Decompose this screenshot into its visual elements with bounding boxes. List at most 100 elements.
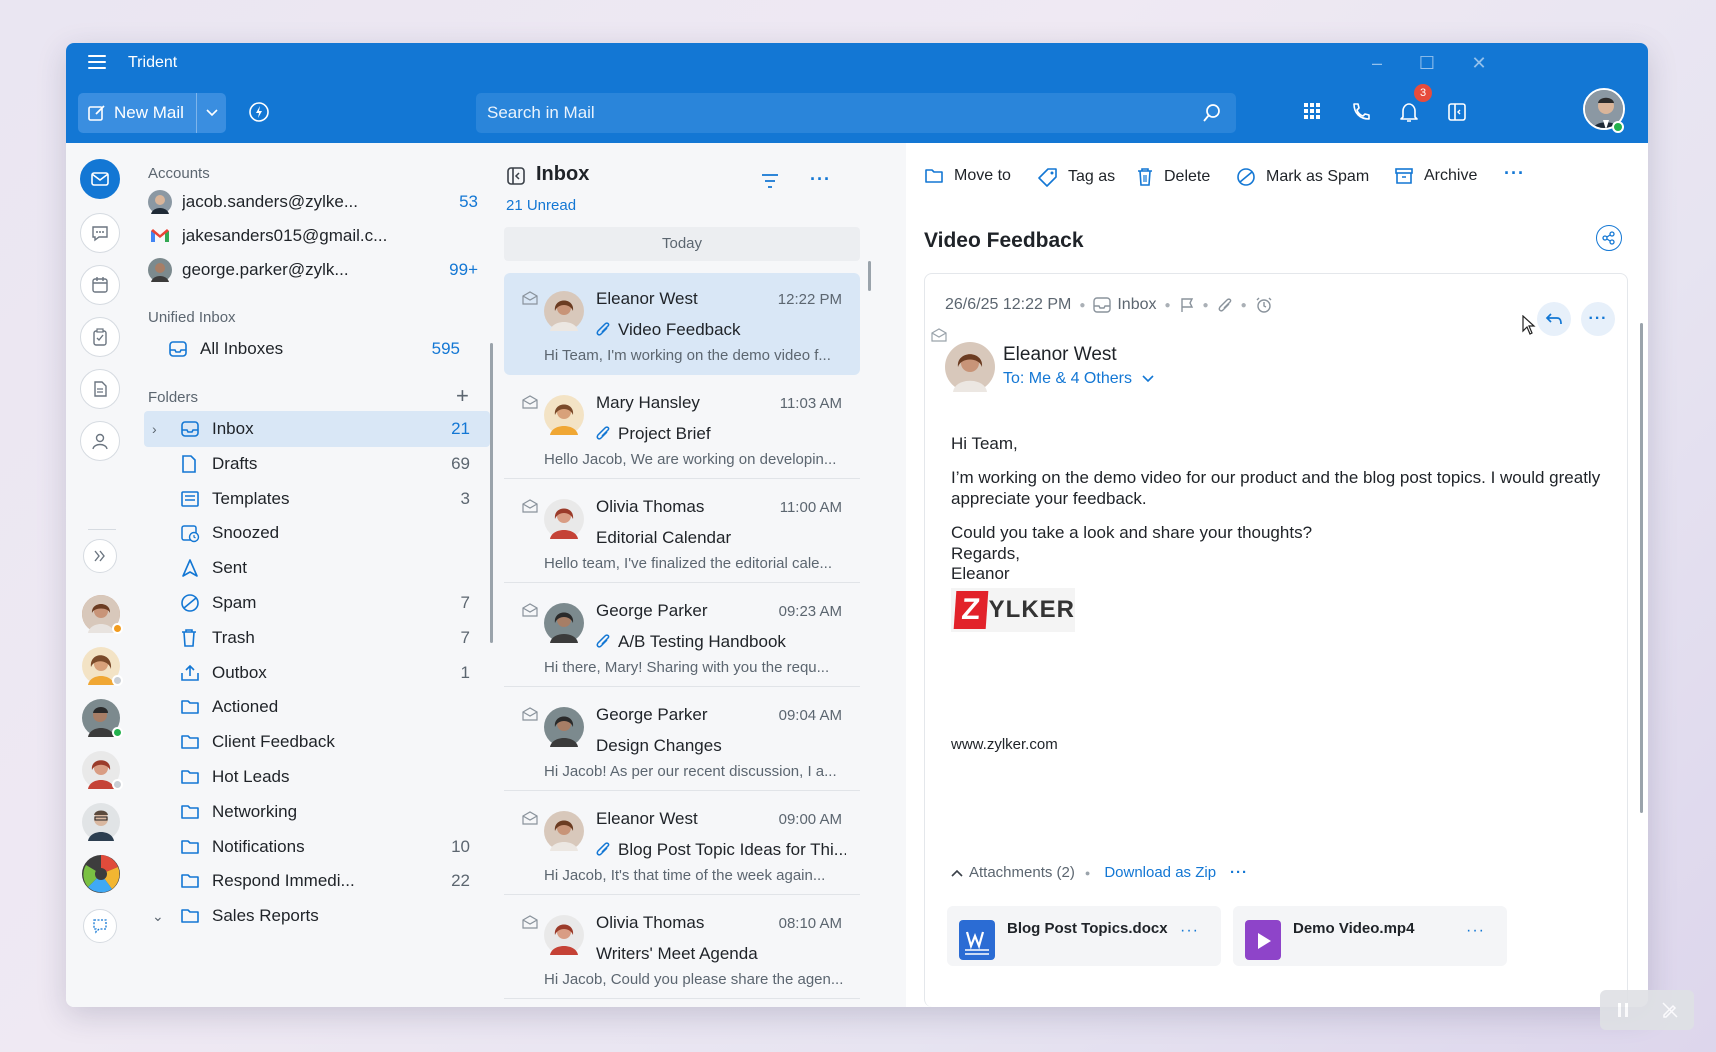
folders-scrollbar[interactable] — [490, 343, 493, 643]
rail-mail-button[interactable] — [80, 159, 120, 199]
chevron-down-icon[interactable] — [196, 93, 226, 133]
phone-icon[interactable] — [1350, 101, 1374, 125]
attachment-more-icon[interactable]: ··· — [1466, 922, 1485, 940]
folder-item[interactable]: ⌄ Sales Reports — [144, 898, 490, 934]
attachment-name: Blog Post Topics.docx — [1007, 920, 1168, 937]
download-zip-link[interactable]: Download as Zip — [1104, 864, 1216, 881]
search-input[interactable]: Search in Mail — [487, 103, 1202, 123]
attachments-more-icon[interactable]: ··· — [1230, 864, 1248, 881]
folder-item[interactable]: › Inbox 21 — [144, 411, 490, 447]
folder-item[interactable]: Trash 7 — [144, 620, 490, 656]
all-inboxes-item[interactable]: All Inboxes 595 — [160, 331, 480, 367]
folder-item[interactable]: Actioned — [144, 689, 490, 725]
folder-name: Drafts — [212, 453, 258, 473]
search-bar[interactable]: Search in Mail — [476, 93, 1236, 133]
minimize-button[interactable]: – — [1362, 51, 1392, 75]
message-folder[interactable]: Inbox — [1117, 296, 1156, 314]
side-panel-icon[interactable] — [1446, 101, 1470, 125]
reply-button[interactable] — [1537, 302, 1571, 336]
add-folder-button[interactable]: + — [456, 383, 469, 409]
unread-envelope-icon[interactable] — [522, 291, 538, 305]
mail-list-item[interactable]: Mary Hansley 11:03 AM Project Brief Hello J… — [504, 377, 860, 479]
folder-item[interactable]: Hot Leads — [144, 759, 490, 795]
paperclip-icon[interactable] — [1217, 296, 1233, 314]
unread-envelope-icon[interactable] — [522, 499, 538, 513]
mail-list-item[interactable]: George Parker 09:04 AM Design Changes Hi Ja… — [504, 689, 860, 791]
mark-as-spam-button[interactable]: Mark as Spam — [1236, 167, 1369, 187]
unread-count[interactable]: 21 Unread — [506, 197, 576, 214]
attachment-card[interactable]: Demo Video.mp4 ··· — [1233, 906, 1507, 966]
rail-feedback-button[interactable] — [83, 909, 117, 943]
expand-rail-button[interactable] — [83, 539, 117, 573]
more-options-icon[interactable]: ··· — [810, 169, 831, 190]
contact-avatar[interactable] — [82, 855, 120, 893]
rail-contacts-button[interactable] — [80, 421, 120, 461]
tag-as-button[interactable]: Tag as — [1038, 167, 1115, 187]
attachment-more-icon[interactable]: ··· — [1180, 922, 1199, 940]
unread-envelope-icon[interactable] — [522, 395, 538, 409]
account-item[interactable]: jacob.sanders@zylke... 53 — [148, 187, 488, 217]
message-more-icon[interactable]: ··· — [1581, 302, 1615, 336]
reader-scrollbar[interactable] — [1640, 323, 1643, 813]
rail-chat-button[interactable] — [80, 213, 120, 253]
attachment-card[interactable]: Blog Post Topics.docx ··· — [947, 906, 1221, 966]
list-scrollbar[interactable] — [868, 261, 871, 291]
menu-icon[interactable] — [88, 55, 106, 71]
mail-list-item[interactable]: George Parker 09:23 AM A/B Testing Handboo… — [504, 585, 860, 687]
quick-actions-icon[interactable] — [248, 101, 272, 125]
chevron-up-icon[interactable] — [951, 869, 963, 877]
collapse-pane-icon[interactable] — [506, 166, 526, 186]
online-status-dot — [112, 727, 123, 738]
notifications-bell-icon[interactable] — [1398, 101, 1422, 125]
flag-icon[interactable] — [1179, 297, 1195, 313]
signature-website[interactable]: www.zylker.com — [951, 736, 1058, 753]
mail-list-item[interactable]: Olivia Thomas 08:10 AM Writers' Meet Agend… — [504, 897, 860, 999]
folder-item[interactable]: Client Feedback — [144, 724, 490, 760]
mail-list-item[interactable]: Eleanor West 12:22 PM Video Feedback Hi Tea… — [504, 273, 860, 375]
pause-icon[interactable] — [1616, 1002, 1630, 1018]
chevron-down-icon[interactable]: ⌄ — [152, 908, 172, 925]
more-actions-icon[interactable]: ··· — [1504, 163, 1525, 184]
folder-icon — [180, 838, 204, 856]
folder-item[interactable]: Spam 7 — [144, 585, 490, 621]
move-to-button[interactable]: Move to — [924, 167, 1011, 185]
chevron-right-icon[interactable]: › — [152, 421, 172, 437]
folder-item[interactable]: Templates 3 — [144, 481, 490, 517]
folder-item[interactable]: Snoozed — [144, 515, 490, 551]
alarm-clock-icon[interactable] — [1255, 296, 1273, 314]
account-email: jakesanders015@gmail.c... — [182, 226, 388, 245]
archive-button[interactable]: Archive — [1394, 167, 1477, 185]
filter-icon[interactable] — [760, 173, 780, 189]
rail-notes-button[interactable] — [80, 369, 120, 409]
folder-item[interactable]: Outbox 1 — [144, 655, 490, 691]
share-icon[interactable] — [1596, 225, 1622, 251]
unread-envelope-icon[interactable] — [522, 603, 538, 617]
folder-item[interactable]: Notifications 10 — [144, 829, 490, 865]
apps-grid-icon[interactable] — [1302, 101, 1326, 125]
rail-tasks-button[interactable] — [80, 317, 120, 357]
contact-avatar[interactable] — [82, 803, 120, 841]
delete-button[interactable]: Delete — [1136, 167, 1210, 187]
attachments-label[interactable]: Attachments (2) — [969, 864, 1075, 881]
unread-envelope-icon[interactable] — [522, 915, 538, 929]
unread-envelope-icon[interactable] — [522, 811, 538, 825]
mail-list-item[interactable]: Olivia Thomas 11:00 AM Editorial Calendar H… — [504, 481, 860, 583]
sender-name[interactable]: Eleanor West — [1003, 344, 1117, 366]
new-mail-button[interactable]: New Mail — [78, 93, 226, 133]
recipients-toggle[interactable]: To: Me & 4 Others — [1003, 370, 1154, 388]
sender-avatar[interactable] — [945, 342, 995, 392]
folder-item[interactable]: Sent — [144, 550, 490, 586]
unread-envelope-icon[interactable] — [522, 707, 538, 721]
folder-item[interactable]: Drafts 69 — [144, 446, 490, 482]
folder-item[interactable]: Respond Immedi... 22 — [144, 863, 490, 899]
annotation-off-icon[interactable] — [1661, 1001, 1679, 1019]
account-item[interactable]: george.parker@zylk... 99+ — [148, 255, 488, 285]
close-button[interactable]: ✕ — [1464, 51, 1494, 75]
calendar-icon — [91, 276, 109, 294]
search-icon[interactable] — [1202, 103, 1222, 123]
mail-list-item[interactable]: Eleanor West 09:00 AM Blog Post Topic Idea… — [504, 793, 860, 895]
maximize-button[interactable]: ☐ — [1412, 51, 1442, 75]
rail-calendar-button[interactable] — [80, 265, 120, 305]
folder-item[interactable]: Networking — [144, 794, 490, 830]
account-item[interactable]: jakesanders015@gmail.c... — [148, 221, 488, 251]
